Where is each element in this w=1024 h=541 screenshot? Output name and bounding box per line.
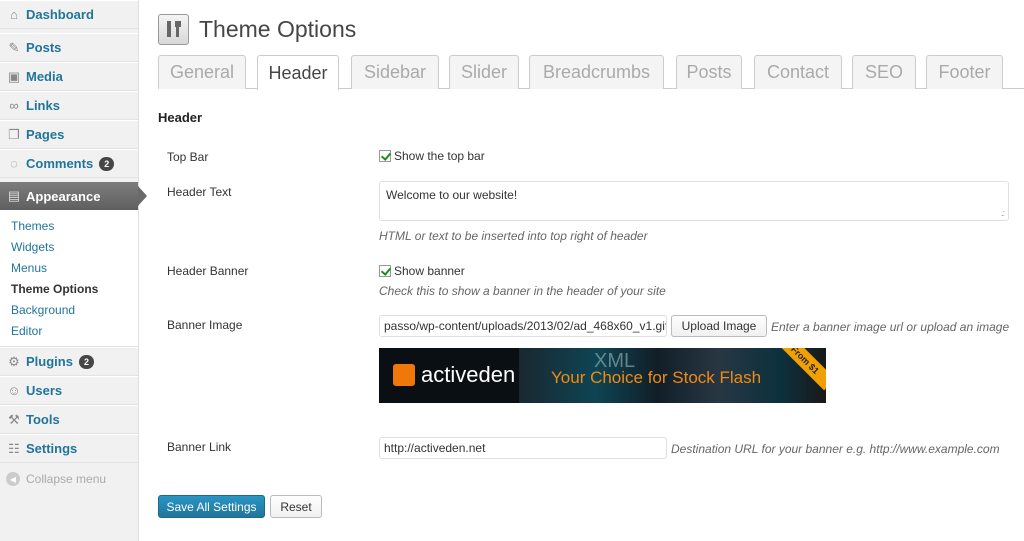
sidebar-item-links[interactable]: ∞ Links (0, 91, 138, 120)
header-text-textarea[interactable]: Welcome to our website! .: (379, 181, 1009, 221)
pages-icon: ❐ (8, 126, 20, 142)
tab-footer[interactable]: Footer (926, 55, 1003, 89)
tab-general[interactable]: General (158, 55, 246, 89)
collapse-arrow-icon: ◀ (6, 472, 20, 486)
submenu-item-menus[interactable]: Menus (0, 258, 138, 279)
page-title: Theme Options (199, 15, 357, 42)
banner-link-label: Banner Link (167, 440, 232, 454)
top-bar-field: Show the top bar (379, 148, 485, 163)
top-bar-checkbox[interactable] (379, 149, 391, 162)
sidebar-item-tools[interactable]: ⚒ Tools (0, 405, 138, 434)
sidebar-item-label: Plugins (26, 354, 73, 369)
theme-options-icon (158, 13, 189, 45)
submenu-item-editor[interactable]: Editor (0, 321, 138, 342)
banner-image-label: Banner Image (167, 318, 243, 332)
tab-header[interactable]: Header (257, 55, 339, 90)
sidebar-item-settings[interactable]: ☷ Settings (0, 434, 138, 463)
submenu-item-theme-options[interactable]: Theme Options (0, 279, 138, 300)
tab-seo[interactable]: SEO (852, 55, 916, 89)
header-text-description: HTML or text to be inserted into top rig… (379, 229, 648, 243)
sidebar-item-appearance[interactable]: ▤ Appearance (0, 182, 147, 210)
sidebar-item-comments[interactable]: ◌ Comments 2 (0, 149, 138, 178)
pushpin-icon: ✎ (8, 39, 20, 55)
sidebar-item-media[interactable]: ▣ Media (0, 62, 138, 91)
save-all-settings-button[interactable]: Save All Settings (158, 495, 265, 518)
appearance-submenu: Themes Widgets Menus Theme Options Backg… (0, 210, 138, 347)
header-text-value: Welcome to our website! (386, 188, 518, 202)
sidebar-item-pages[interactable]: ❐ Pages (0, 120, 138, 149)
sidebar-item-posts[interactable]: ✎ Posts (0, 33, 138, 62)
comment-icon: ◌ (10, 156, 18, 171)
tab-slider[interactable]: Slider (449, 55, 519, 89)
section-title: Header (158, 110, 203, 125)
plugins-count-badge: 2 (78, 354, 94, 369)
header-text-label: Header Text (167, 185, 232, 199)
sidebar-item-label: Settings (26, 441, 78, 456)
banner-image-description: Enter a banner image url or upload an im… (771, 320, 1010, 334)
sidebar-item-users[interactable]: ☺ Users (0, 376, 138, 405)
plugin-icon: ⚙ (8, 353, 20, 369)
tab-sidebar[interactable]: Sidebar (351, 55, 439, 89)
banner-preview-image: XML activeden Your Choice for Stock Flas… (379, 348, 826, 403)
sidebar-item-plugins[interactable]: ⚙ Plugins 2 (0, 347, 138, 376)
resize-grip-icon[interactable]: .: (1001, 208, 1005, 218)
page-header: Theme Options (158, 0, 1024, 50)
admin-sidebar: ⌂ Dashboard ✎ Posts ▣ Media ∞ Links ❐ Pa… (0, 0, 147, 541)
sidebar-item-label: Posts (26, 40, 62, 55)
banner-link-description: Destination URL for your banner e.g. htt… (671, 442, 1000, 456)
sidebar-item-label: Media (26, 69, 63, 84)
top-bar-label: Top Bar (167, 150, 209, 164)
sidebar-item-label: Dashboard (26, 7, 94, 22)
banner-image-url-input[interactable]: passo/wp-content/uploads/2013/02/ad_468x… (379, 315, 667, 337)
comments-count-badge: 2 (99, 156, 115, 171)
header-banner-description: Check this to show a banner in the heade… (379, 284, 666, 298)
header-banner-field: Show banner (379, 263, 465, 278)
link-icon: ∞ (9, 98, 19, 113)
header-banner-label: Header Banner (167, 264, 249, 278)
sidebar-item-label: Appearance (26, 188, 101, 204)
dashboard-icon: ⌂ (10, 7, 18, 22)
submenu-item-themes[interactable]: Themes (0, 216, 138, 237)
sidebar-item-label: Pages (26, 127, 65, 142)
show-banner-checkbox-label[interactable]: Show banner (394, 264, 465, 278)
tools-icon: ⚒ (8, 411, 20, 427)
top-bar-checkbox-label[interactable]: Show the top bar (394, 149, 485, 163)
sidebar-item-label: Tools (26, 412, 60, 427)
main-content: Theme Options General Header Sidebar Sli… (158, 0, 1024, 518)
banner-brand: activeden (421, 362, 516, 387)
upload-image-button[interactable]: Upload Image (671, 315, 767, 337)
submenu-item-widgets[interactable]: Widgets (0, 237, 138, 258)
banner-link-input[interactable]: http://activeden.net (379, 437, 667, 459)
sidebar-item-label: Comments (26, 156, 94, 171)
users-icon: ☺ (7, 383, 21, 398)
tab-breadcrumbs[interactable]: Breadcrumbs (529, 55, 664, 89)
sidebar-item-label: Links (26, 98, 60, 113)
collapse-label: Collapse menu (26, 472, 107, 486)
tab-posts[interactable]: Posts (676, 55, 742, 89)
media-icon: ▣ (7, 68, 21, 84)
tab-contact[interactable]: Contact (754, 55, 842, 89)
settings-icon: ☷ (8, 440, 20, 456)
show-banner-checkbox[interactable] (379, 264, 391, 277)
reset-button[interactable]: Reset (270, 495, 322, 518)
activeden-logo-icon (393, 364, 415, 386)
sidebar-item-label: Users (26, 383, 63, 398)
collapse-menu-button[interactable]: ◀ Collapse menu (0, 463, 138, 495)
sidebar-item-dashboard[interactable]: ⌂ Dashboard (0, 0, 138, 29)
submenu-item-background[interactable]: Background (0, 300, 138, 321)
appearance-icon: ▤ (7, 188, 21, 203)
options-tabs: General Header Sidebar Slider Breadcrumb… (158, 55, 1024, 90)
banner-tagline: Your Choice for Stock Flash (551, 368, 762, 387)
